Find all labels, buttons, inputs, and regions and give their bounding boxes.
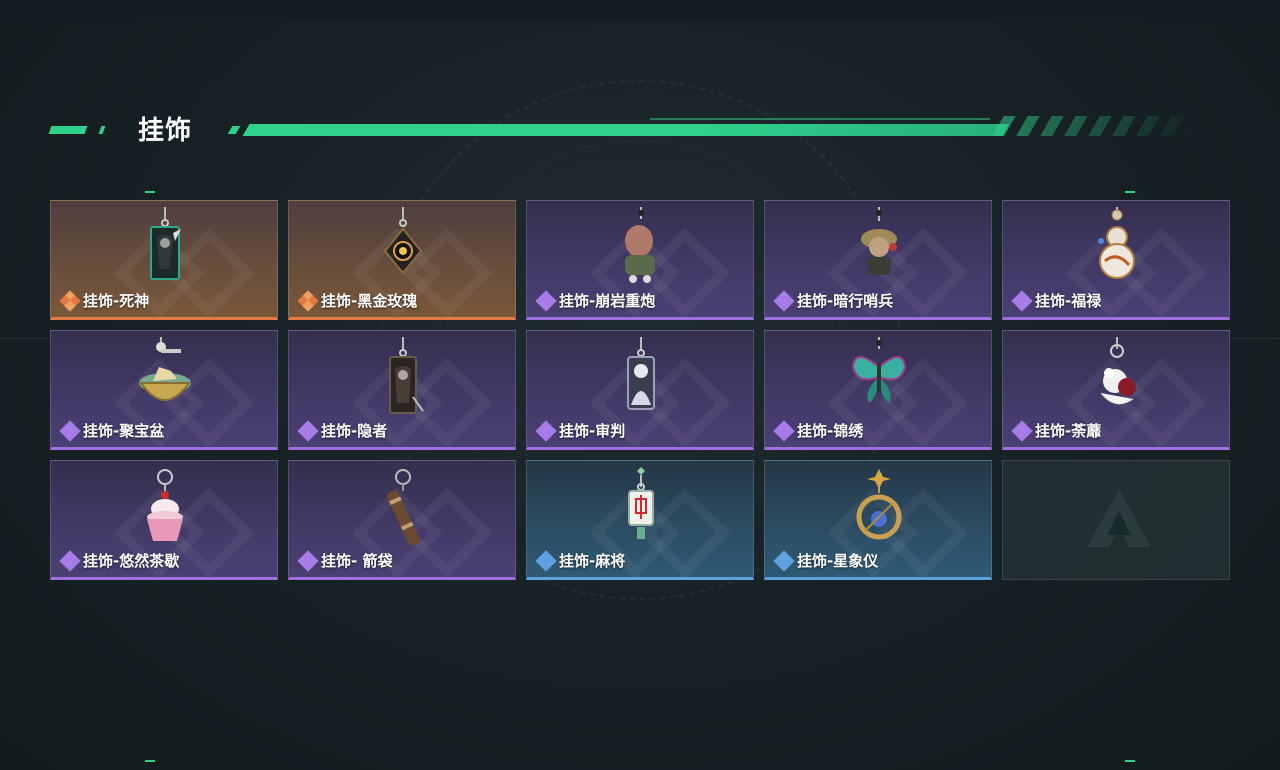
header-accent-dot xyxy=(227,126,241,134)
charm-name: 挂饰-审判 xyxy=(559,422,626,440)
corner-tick xyxy=(1125,191,1135,193)
rarity-diamond-icon xyxy=(297,289,319,312)
rarity-diamond-icon xyxy=(59,549,81,572)
header-thin-line xyxy=(650,118,990,120)
charm-name: 挂饰-死神 xyxy=(83,292,150,310)
charm-card[interactable]: 挂饰-崩岩重炮 xyxy=(526,200,754,320)
shadow-sentinel-doll-charm-icon xyxy=(861,207,897,275)
card-label: 挂饰-麻将 xyxy=(535,549,626,572)
section-title: 挂饰 xyxy=(138,116,193,146)
charm-card[interactable]: 挂饰-聚宝盆 xyxy=(50,330,278,450)
section-header: 挂饰 xyxy=(48,110,1210,146)
charm-name: 挂饰-福禄 xyxy=(1035,292,1102,310)
black-gold-rose-charm-icon xyxy=(383,207,423,275)
card-label: 挂饰-审判 xyxy=(535,419,626,442)
empty-slot xyxy=(1002,460,1230,580)
divider-right xyxy=(1230,338,1280,339)
card-label: 挂饰-暗行哨兵 xyxy=(773,289,894,312)
card-label: 挂饰-星象仪 xyxy=(773,549,879,572)
rarity-diamond-icon xyxy=(773,289,795,312)
hermit-card-charm-icon xyxy=(389,337,424,414)
header-accent-bar xyxy=(48,126,88,134)
card-label: 挂饰-崩岩重炮 xyxy=(535,289,656,312)
charm-name: 挂饰-隐者 xyxy=(321,422,388,440)
charm-name: 挂饰-悠然茶歇 xyxy=(83,552,180,570)
flower-doll-charm-icon xyxy=(1100,337,1136,405)
game-logo-icon xyxy=(1087,489,1151,547)
charm-card[interactable]: 挂饰-锦绣 xyxy=(764,330,992,450)
astrolabe-charm-icon xyxy=(856,469,902,540)
card-label: 挂饰-黑金玫瑰 xyxy=(297,289,418,312)
charm-card[interactable]: 挂饰-死神 xyxy=(50,200,278,320)
charm-name: 挂饰-锦绣 xyxy=(797,422,864,440)
charm-card[interactable]: 挂饰-福禄 xyxy=(1002,200,1230,320)
rarity-diamond-icon xyxy=(773,419,795,442)
rarity-diamond-icon xyxy=(773,549,795,572)
card-label: 挂饰-悠然茶歇 xyxy=(59,549,180,572)
cupcake-charm-icon xyxy=(147,469,183,541)
charm-name: 挂饰-暗行哨兵 xyxy=(797,292,894,310)
corner-tick xyxy=(145,191,155,193)
corner-tick xyxy=(145,760,155,762)
divider-left xyxy=(0,338,50,339)
rarity-diamond-icon xyxy=(1011,419,1033,442)
charm-name: 挂饰-星象仪 xyxy=(797,552,879,570)
rarity-diamond-icon xyxy=(59,419,81,442)
charm-card[interactable]: 挂饰-麻将 xyxy=(526,460,754,580)
rarity-diamond-icon xyxy=(535,549,557,572)
reaper-card-charm-icon xyxy=(150,207,181,280)
charm-card[interactable]: 挂饰-暗行哨兵 xyxy=(764,200,992,320)
card-label: 挂饰- 箭袋 xyxy=(297,549,393,572)
card-label: 挂饰-聚宝盆 xyxy=(59,419,165,442)
rarity-diamond-icon xyxy=(535,289,557,312)
judgement-card-charm-icon xyxy=(627,337,655,410)
top-strip xyxy=(0,0,1280,20)
corner-tick xyxy=(1125,760,1135,762)
rarity-diamond-icon xyxy=(297,549,319,572)
card-label: 挂饰-福禄 xyxy=(1011,289,1102,312)
quiver-charm-icon xyxy=(387,469,420,546)
charm-name: 挂饰-黑金玫瑰 xyxy=(321,292,418,310)
charm-name: 挂饰-崩岩重炮 xyxy=(559,292,656,310)
gourd-charm-icon xyxy=(1098,207,1135,279)
rarity-diamond-icon xyxy=(59,289,81,312)
butterfly-charm-icon xyxy=(851,337,907,403)
charm-card[interactable]: 挂饰-荼蘼 xyxy=(1002,330,1230,450)
card-label: 挂饰-死神 xyxy=(59,289,150,312)
charm-card[interactable]: 挂饰- 箭袋 xyxy=(288,460,516,580)
charm-card[interactable]: 挂饰-隐者 xyxy=(288,330,516,450)
header-long-bar xyxy=(242,124,1010,136)
card-label: 挂饰-隐者 xyxy=(297,419,388,442)
charm-card[interactable]: 挂饰-星象仪 xyxy=(764,460,992,580)
card-label: 挂饰-锦绣 xyxy=(773,419,864,442)
charm-name: 挂饰-麻将 xyxy=(559,552,626,570)
charm-name: 挂饰-聚宝盆 xyxy=(83,422,165,440)
heavy-cannon-doll-charm-icon xyxy=(625,207,655,283)
charm-grid: 挂饰-死神 挂饰-黑金玫瑰 挂饰-崩岩重炮 挂饰-暗行哨兵 挂饰-福禄 挂饰-聚宝盆 挂饰-… xyxy=(50,200,1230,580)
charm-card[interactable]: 挂饰-悠然茶歇 xyxy=(50,460,278,580)
rarity-diamond-icon xyxy=(297,419,319,442)
card-label: 挂饰-荼蘼 xyxy=(1011,419,1102,442)
rarity-diamond-icon xyxy=(1011,289,1033,312)
charm-name: 挂饰-荼蘼 xyxy=(1035,422,1102,440)
header-accent-tick xyxy=(98,126,106,134)
charm-card[interactable]: 挂饰-审判 xyxy=(526,330,754,450)
charm-name: 挂饰- 箭袋 xyxy=(321,552,393,570)
mahjong-tile-charm-icon xyxy=(628,467,654,539)
treasure-bowl-charm-icon xyxy=(139,337,191,401)
header-checker-pattern xyxy=(992,116,1204,136)
charm-card[interactable]: 挂饰-黑金玫瑰 xyxy=(288,200,516,320)
rarity-diamond-icon xyxy=(535,419,557,442)
